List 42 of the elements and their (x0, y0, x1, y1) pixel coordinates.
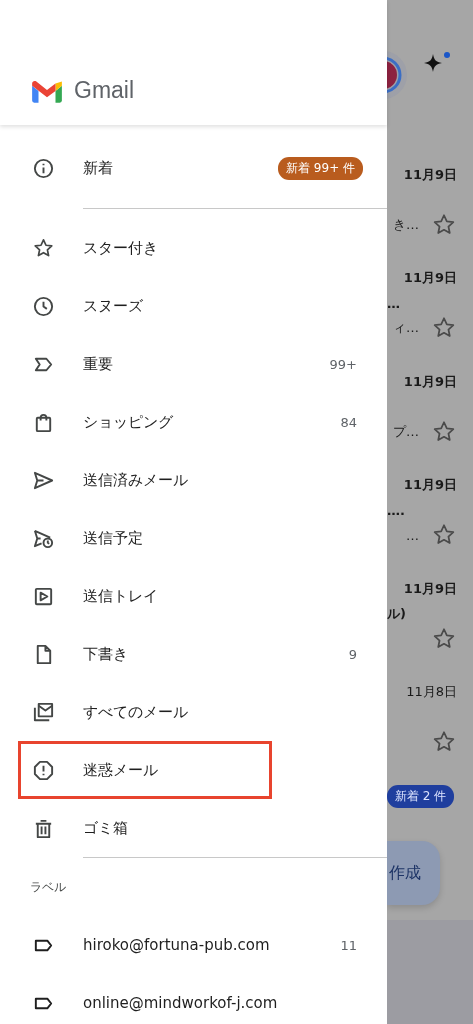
clock-icon (32, 294, 55, 318)
label-item[interactable]: hiroko@fortuna-pub.com (83, 936, 341, 954)
mail-snippet: … (406, 527, 419, 543)
avatar-icon (387, 50, 408, 100)
mail-date: 11月8日 (405, 683, 458, 701)
mail-date: 11月9日 (402, 269, 458, 287)
folder-label[interactable]: スター付き (83, 238, 357, 258)
folder-label[interactable]: 迷惑メール (83, 760, 357, 780)
unread-count: 84 (340, 414, 357, 430)
mail-subject: ル) (387, 604, 406, 623)
app-name: Gmail (74, 76, 135, 105)
folder-label[interactable]: 送信予定 (83, 528, 357, 548)
allmail-icon (32, 700, 55, 724)
label-item[interactable]: online@mindworkof-j.com (83, 994, 357, 1012)
mail-date: 11月9日 (402, 579, 458, 598)
mail-logo-icon (30, 79, 64, 105)
folder-label[interactable]: 送信済みメール (83, 470, 357, 490)
unread-count: 11 (340, 937, 357, 953)
info-icon (32, 156, 55, 180)
folder-label[interactable]: すべてのメール (83, 702, 357, 722)
folder-label[interactable]: ショッピング (83, 412, 341, 432)
new-mail-badge: 新着 99+ 件 (278, 156, 363, 180)
section-heading: ラベル (30, 878, 66, 896)
spam-icon (32, 758, 55, 782)
unread-count: 9 (348, 646, 357, 662)
mail-subject: … (387, 295, 400, 311)
mail-snippet: プ… (393, 422, 419, 441)
folder-label[interactable]: 新着 (83, 158, 279, 178)
mail-snippet: き… (393, 215, 419, 234)
mail-snippet: ィ… (393, 319, 419, 337)
unread-count: 99+ (329, 356, 357, 372)
mail-date: 11月9日 (402, 372, 458, 391)
folder-label[interactable]: ゴミ箱 (83, 818, 357, 838)
mail-date: 11月9日 (402, 165, 458, 184)
folder-label[interactable]: スヌーズ (83, 296, 357, 316)
folder-label[interactable]: 下書き (83, 644, 349, 664)
mail-subject: …. (387, 502, 405, 518)
mail-date: 11月9日 (402, 476, 458, 494)
compose-button[interactable]: 作成 (387, 841, 440, 905)
folder-label[interactable]: 送信トレイ (83, 586, 357, 606)
new-mail-badge: 新着 2 件 (387, 784, 455, 808)
folder-label[interactable]: 重要 (83, 354, 330, 374)
